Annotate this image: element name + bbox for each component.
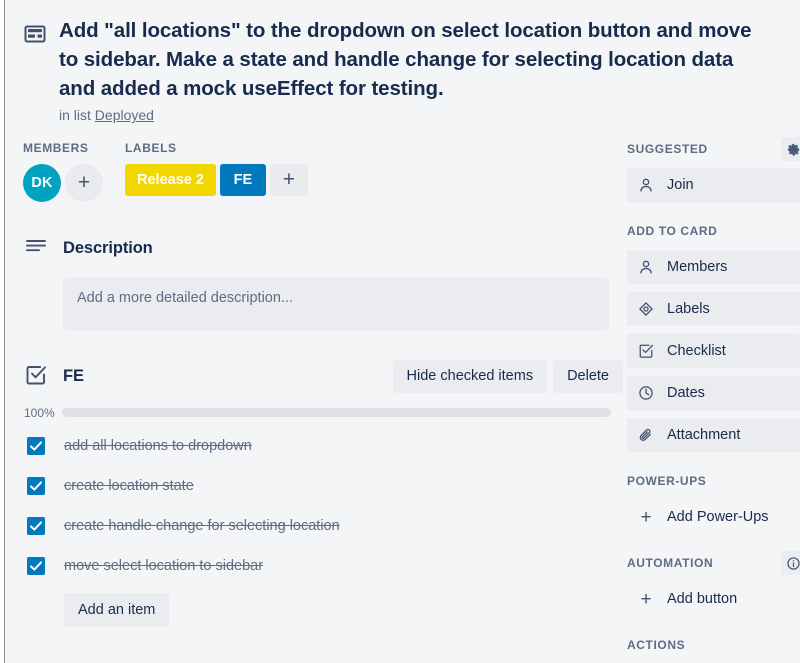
card-detail-modal: Add "all locations" to the dropdown on s… bbox=[4, 0, 800, 663]
sidebar-heading-add-to-card: ADD TO CARD bbox=[627, 220, 800, 242]
person-icon bbox=[637, 258, 655, 276]
sidebar-heading-automation: AUTOMATION bbox=[627, 551, 800, 575]
avatar[interactable]: DK bbox=[23, 164, 61, 202]
sidebar-item-checklist[interactable]: Checklist bbox=[627, 334, 800, 368]
sidebar-item-label: Add Power-Ups bbox=[667, 509, 769, 525]
sidebar-item-label: Labels bbox=[667, 301, 710, 317]
description-lines-icon bbox=[25, 236, 49, 260]
sidebar-item-add-power-ups[interactable]: + Add Power-Ups bbox=[627, 500, 800, 534]
card-breadcrumb: in list Deployed bbox=[59, 107, 785, 123]
sidebar-heading-label: ADD TO CARD bbox=[627, 224, 718, 238]
list-item[interactable]: move select location to sidebar bbox=[23, 553, 623, 579]
labels-heading: LABELS bbox=[125, 141, 177, 155]
list-item[interactable]: create handle change for selecting locat… bbox=[23, 513, 623, 539]
label-chip-fe[interactable]: FE bbox=[219, 164, 266, 196]
checklist-progress: 100% bbox=[24, 407, 623, 419]
add-checklist-item-button[interactable]: Add an item bbox=[64, 592, 170, 627]
checklist-items: add all locations to dropdown create loc… bbox=[23, 433, 623, 579]
sidebar-item-join[interactable]: Join bbox=[627, 168, 800, 202]
sidebar-item-add-button[interactable]: + Add button bbox=[627, 582, 800, 616]
checklist-icon bbox=[25, 364, 49, 388]
paperclip-icon bbox=[637, 426, 655, 444]
progress-percent-label: 100% bbox=[24, 405, 55, 420]
sidebar-heading-label: SUGGESTED bbox=[627, 142, 708, 156]
sidebar-item-dates[interactable]: Dates bbox=[627, 376, 800, 410]
sidebar-item-label: Dates bbox=[667, 385, 705, 401]
sidebar-item-labels[interactable]: Labels bbox=[627, 292, 800, 326]
checklist-item-label[interactable]: create handle change for selecting locat… bbox=[64, 516, 340, 536]
label-tag-icon bbox=[637, 300, 655, 318]
sidebar-heading-label: AUTOMATION bbox=[627, 556, 714, 570]
card-sidebar: SUGGESTED Join ADD TO CARD Members Label… bbox=[627, 137, 800, 656]
description-heading: Description bbox=[63, 238, 153, 257]
badges-section: MEMBERS DK + LABELS Release 2 FE + bbox=[23, 140, 623, 202]
checklist-item-label[interactable]: add all locations to dropdown bbox=[64, 436, 252, 456]
list-item[interactable]: create location state bbox=[23, 473, 623, 499]
labels-group: LABELS Release 2 FE + bbox=[125, 140, 308, 202]
page-title[interactable]: Add "all locations" to the dropdown on s… bbox=[59, 16, 769, 103]
sidebar-heading-power-ups: POWER-UPS bbox=[627, 470, 800, 492]
label-chip-release-2[interactable]: Release 2 bbox=[125, 164, 216, 196]
card-template-icon bbox=[23, 22, 47, 46]
progress-track bbox=[62, 408, 611, 417]
checklist-section: FE Hide checked items Delete 100% add al… bbox=[23, 360, 623, 627]
sidebar-item-members[interactable]: Members bbox=[627, 250, 800, 284]
add-label-button[interactable]: + bbox=[269, 164, 308, 196]
sidebar-item-label: Add button bbox=[667, 591, 738, 607]
sidebar-item-label: Checklist bbox=[667, 343, 726, 359]
list-name-link[interactable]: Deployed bbox=[95, 107, 154, 123]
sidebar-group-suggested: SUGGESTED Join bbox=[627, 137, 800, 202]
sidebar-group-actions: ACTIONS bbox=[627, 634, 800, 656]
sidebar-item-label: Attachment bbox=[667, 427, 741, 443]
sidebar-item-label: Join bbox=[667, 177, 694, 193]
card-header: Add "all locations" to the dropdown on s… bbox=[5, 0, 800, 123]
delete-checklist-button[interactable]: Delete bbox=[553, 360, 623, 393]
checkbox-checked-icon[interactable] bbox=[27, 556, 45, 575]
checkbox-checked-icon[interactable] bbox=[27, 476, 45, 495]
gear-icon[interactable] bbox=[781, 137, 800, 161]
clock-icon bbox=[637, 384, 655, 402]
hide-checked-items-button[interactable]: Hide checked items bbox=[392, 360, 548, 393]
info-icon[interactable] bbox=[781, 551, 800, 575]
person-icon bbox=[637, 176, 655, 194]
checklist-title[interactable]: FE bbox=[63, 367, 84, 386]
plus-icon: + bbox=[640, 506, 652, 528]
sidebar-item-label: Members bbox=[667, 259, 728, 275]
sidebar-group-automation: AUTOMATION + Add button bbox=[627, 551, 800, 616]
checklist-item-label[interactable]: move select location to sidebar bbox=[64, 556, 263, 576]
card-main-column: MEMBERS DK + LABELS Release 2 FE + Descr… bbox=[23, 140, 623, 627]
checklist-icon bbox=[637, 342, 655, 360]
in-list-prefix: in list bbox=[59, 107, 91, 124]
list-item[interactable]: add all locations to dropdown bbox=[23, 433, 623, 459]
checkbox-checked-icon[interactable] bbox=[27, 436, 45, 455]
checklist-item-label[interactable]: create location state bbox=[64, 476, 194, 496]
sidebar-item-attachment[interactable]: Attachment bbox=[627, 418, 800, 452]
sidebar-group-add-to-card: ADD TO CARD Members Labels Checklist Dat… bbox=[627, 220, 800, 452]
sidebar-heading-label: ACTIONS bbox=[627, 638, 686, 652]
members-heading: MEMBERS bbox=[23, 141, 89, 155]
sidebar-heading-actions: ACTIONS bbox=[627, 634, 800, 656]
sidebar-heading-suggested: SUGGESTED bbox=[627, 137, 800, 161]
members-group: MEMBERS DK + bbox=[23, 140, 103, 202]
plus-icon: + bbox=[640, 588, 652, 610]
checkbox-checked-icon[interactable] bbox=[27, 516, 45, 535]
add-member-button[interactable]: + bbox=[65, 164, 103, 202]
sidebar-group-power-ups: POWER-UPS + Add Power-Ups bbox=[627, 470, 800, 534]
sidebar-heading-label: POWER-UPS bbox=[627, 474, 707, 488]
description-input[interactable]: Add a more detailed description... bbox=[63, 278, 609, 330]
description-section: Description Add a more detailed descript… bbox=[23, 232, 623, 330]
